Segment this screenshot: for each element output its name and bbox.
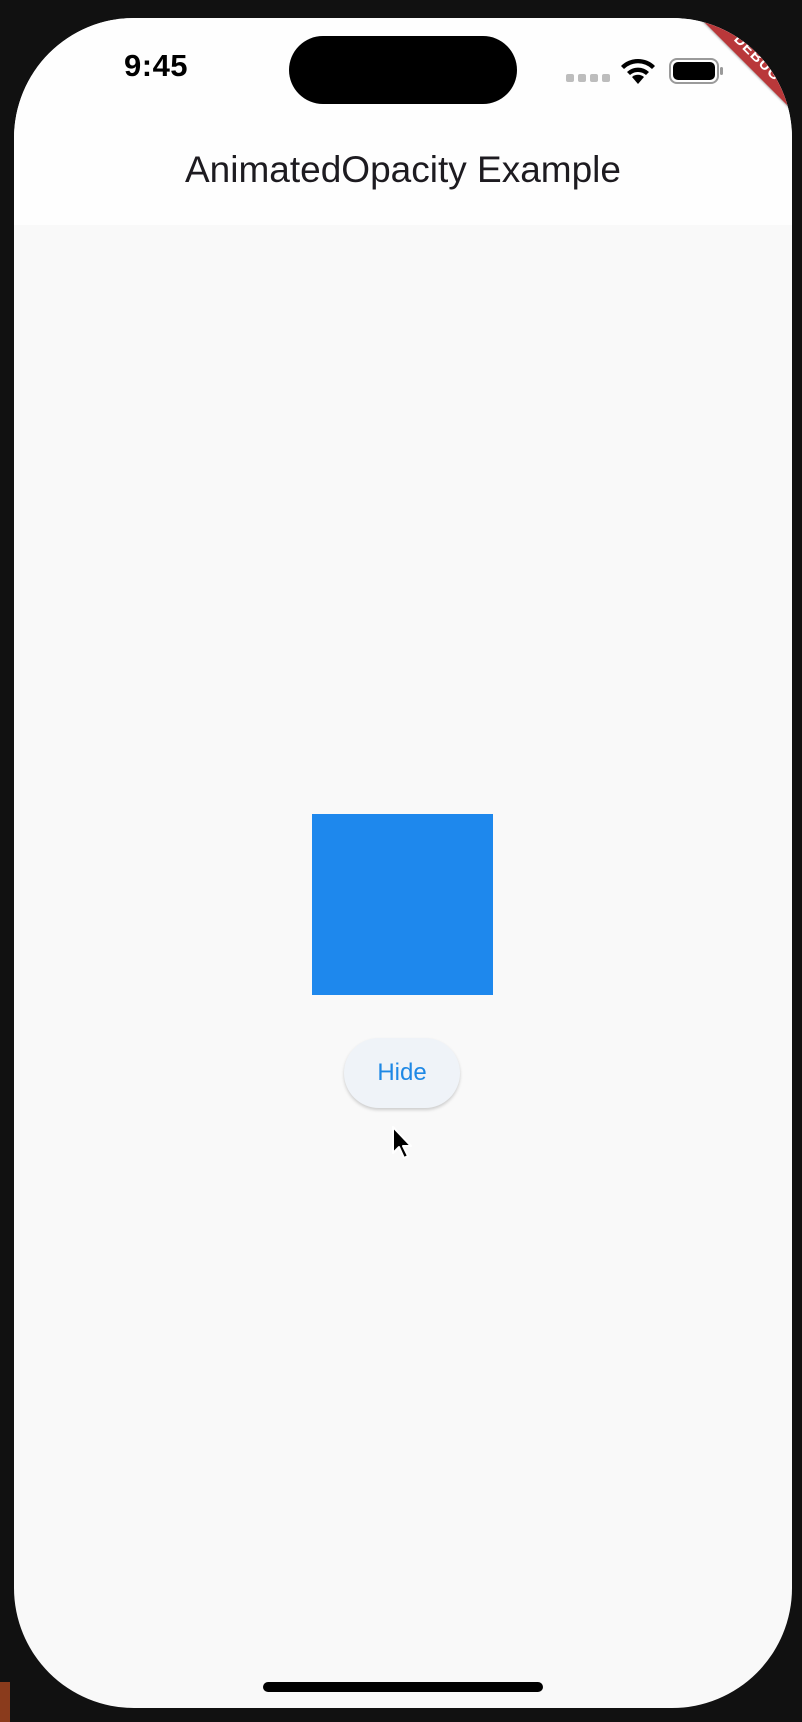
home-indicator (263, 1682, 543, 1692)
status-time: 9:45 (124, 48, 189, 83)
dynamic-island (289, 36, 517, 104)
battery-icon (669, 58, 725, 84)
animated-opacity-box (312, 814, 493, 995)
wifi-icon (619, 56, 657, 86)
device-screen: 9:45 DEBUG AnimatedOpacity Example Hide (14, 18, 792, 1708)
cellular-signal-icon (566, 74, 610, 82)
background-edge-accent (0, 1682, 10, 1722)
hide-button[interactable]: Hide (344, 1038, 460, 1108)
app-bar: 9:45 DEBUG AnimatedOpacity Example (14, 18, 792, 225)
page-title: AnimatedOpacity Example (185, 149, 621, 190)
mouse-cursor-icon (391, 1125, 415, 1161)
device-frame: 9:45 DEBUG AnimatedOpacity Example Hide (0, 0, 802, 1722)
